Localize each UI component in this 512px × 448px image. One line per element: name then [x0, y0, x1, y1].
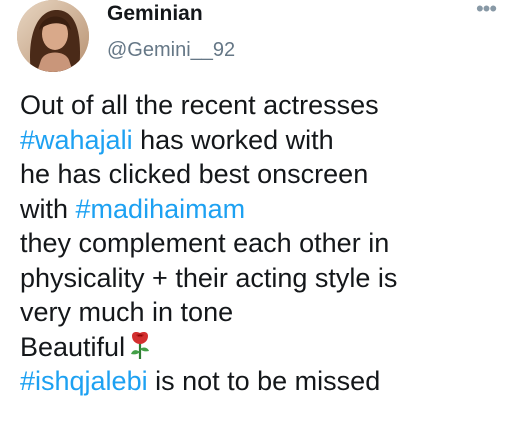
tweet-line: they complement each other in — [20, 226, 504, 261]
tweet-card: Geminian @Gemini__92 ••• Out of all the … — [0, 0, 512, 448]
more-options-icon[interactable]: ••• — [472, 0, 500, 22]
line-text: very much in tone — [20, 297, 234, 327]
display-name[interactable]: Geminian — [107, 1, 235, 27]
line-text: is not to be missed — [147, 366, 381, 396]
tweet-line: #wahajali has worked with — [20, 123, 504, 158]
hashtag-link[interactable]: #madihaimam — [76, 194, 246, 224]
hashtag-link[interactable]: #ishqjalebi — [20, 366, 148, 396]
line-text: has worked with — [132, 124, 334, 155]
tweet-line: Out of all the recent actresses — [20, 88, 504, 123]
line-text: with — [20, 193, 76, 224]
tweet-line: he has clicked best onscreen — [20, 157, 504, 192]
rose-icon — [129, 330, 151, 360]
tweet-line: with #madihaimam — [20, 192, 504, 227]
tweet-line: Beautiful — [20, 330, 504, 365]
line-text: Out of all the recent actresses — [20, 90, 379, 120]
tweet-line: physicality + their acting style is — [20, 261, 504, 296]
line-text: Beautiful — [20, 331, 126, 362]
line-text: he has clicked best onscreen — [20, 159, 369, 189]
profile-photo-icon — [17, 0, 89, 72]
tweet-line: #ishqjalebi is not to be missed — [20, 364, 504, 399]
user-handle[interactable]: @Gemini__92 — [107, 37, 235, 63]
hashtag-link[interactable]: #wahajali — [20, 125, 133, 155]
tweet-text: Out of all the recent actresses #wahajal… — [20, 88, 504, 399]
avatar[interactable] — [17, 0, 89, 72]
line-text: physicality + their acting style is — [20, 262, 398, 293]
tweet-line: very much in tone — [20, 295, 504, 330]
line-text: they complement each other in — [20, 228, 390, 258]
user-info: Geminian @Gemini__92 — [107, 0, 235, 63]
